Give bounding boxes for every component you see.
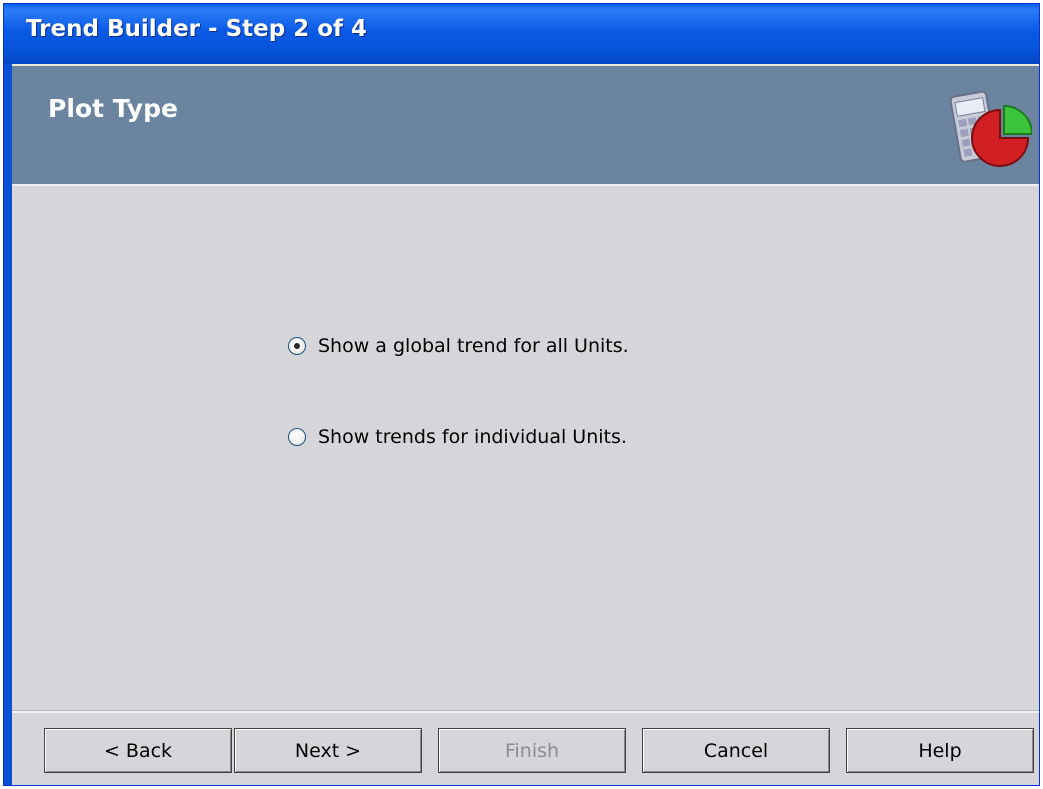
trend-builder-window: Trend Builder - Step 2 of 4 Plot Type Sh… — [3, 3, 1040, 786]
calculator-pie-chart-icon — [949, 90, 1032, 167]
step-header: Plot Type — [12, 66, 1039, 184]
window-left-border — [4, 64, 12, 785]
step-heading: Plot Type — [48, 94, 178, 123]
next-button[interactable]: Next > — [234, 728, 422, 773]
option-label: Show a global trend for all Units. — [318, 335, 629, 357]
option-label: Show trends for individual Units. — [318, 426, 627, 448]
title-bar[interactable]: Trend Builder - Step 2 of 4 — [4, 4, 1039, 64]
finish-button[interactable]: Finish — [438, 728, 626, 773]
window-title: Trend Builder - Step 2 of 4 — [26, 16, 368, 42]
help-button[interactable]: Help — [846, 728, 1034, 773]
option-global-trend[interactable]: Show a global trend for all Units. — [288, 335, 629, 357]
options-panel: Show a global trend for all Units. Show … — [12, 186, 1039, 710]
back-button[interactable]: < Back — [44, 728, 232, 773]
radio-button-checked[interactable] — [288, 337, 306, 355]
button-bar: < Back Next > Finish Cancel Help — [12, 713, 1039, 785]
cancel-button[interactable]: Cancel — [642, 728, 830, 773]
radio-button-unchecked[interactable] — [288, 428, 306, 446]
option-individual-trends[interactable]: Show trends for individual Units. — [288, 426, 627, 448]
